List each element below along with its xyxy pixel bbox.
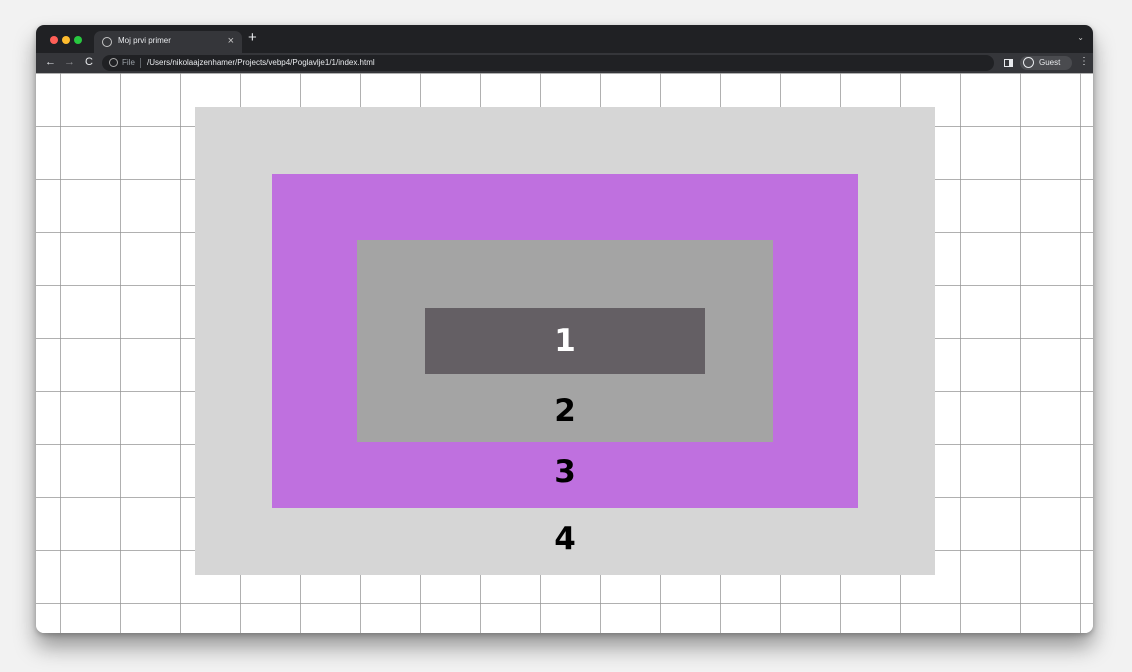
tab-bar: Moj prvi primer × + ⌄	[36, 25, 1093, 53]
more-menu-icon[interactable]: ⋮	[1079, 55, 1089, 69]
side-panel-icon[interactable]	[1004, 59, 1013, 67]
box-3-label: 3	[554, 454, 576, 490]
maximize-window-button[interactable]	[74, 36, 82, 44]
profile-button[interactable]: Guest	[1020, 56, 1072, 70]
box-4-label: 4	[554, 521, 576, 557]
tab-close-icon[interactable]: ×	[228, 34, 234, 48]
box-4: 1 2 3 4	[195, 107, 935, 575]
tab-active[interactable]: Moj prvi primer ×	[94, 31, 242, 53]
tab-search-chevron-icon[interactable]: ⌄	[1077, 33, 1084, 42]
box-1: 1	[425, 308, 705, 374]
minimize-window-button[interactable]	[62, 36, 70, 44]
address-scheme: File	[122, 58, 135, 67]
profile-icon	[1023, 57, 1034, 68]
address-bar[interactable]: File /Users/nikolaajzenhamer/Projects/ve…	[102, 55, 994, 71]
globe-icon	[102, 37, 112, 47]
box-3: 1 2 3	[272, 174, 858, 508]
info-icon[interactable]	[109, 58, 118, 67]
tab-title: Moj prvi primer	[118, 36, 171, 45]
close-window-button[interactable]	[50, 36, 58, 44]
back-arrow-icon[interactable]: ←	[45, 55, 56, 69]
browser-window: Moj prvi primer × + ⌄ ← → C File /Users/…	[36, 25, 1093, 633]
browser-toolbar: ← → C File /Users/nikolaajzenhamer/Proje…	[36, 53, 1093, 73]
page-viewport: 1 2 3 4	[36, 73, 1093, 633]
box-2-label: 2	[554, 393, 576, 429]
box-2: 1 2	[357, 240, 773, 442]
address-divider	[140, 58, 141, 68]
box-1-label: 1	[554, 323, 576, 359]
forward-arrow-icon[interactable]: →	[64, 55, 75, 69]
profile-label: Guest	[1039, 58, 1061, 67]
new-tab-button[interactable]: +	[248, 30, 257, 46]
address-url[interactable]: /Users/nikolaajzenhamer/Projects/vebp4/P…	[147, 58, 375, 67]
reload-icon[interactable]: C	[85, 55, 93, 69]
